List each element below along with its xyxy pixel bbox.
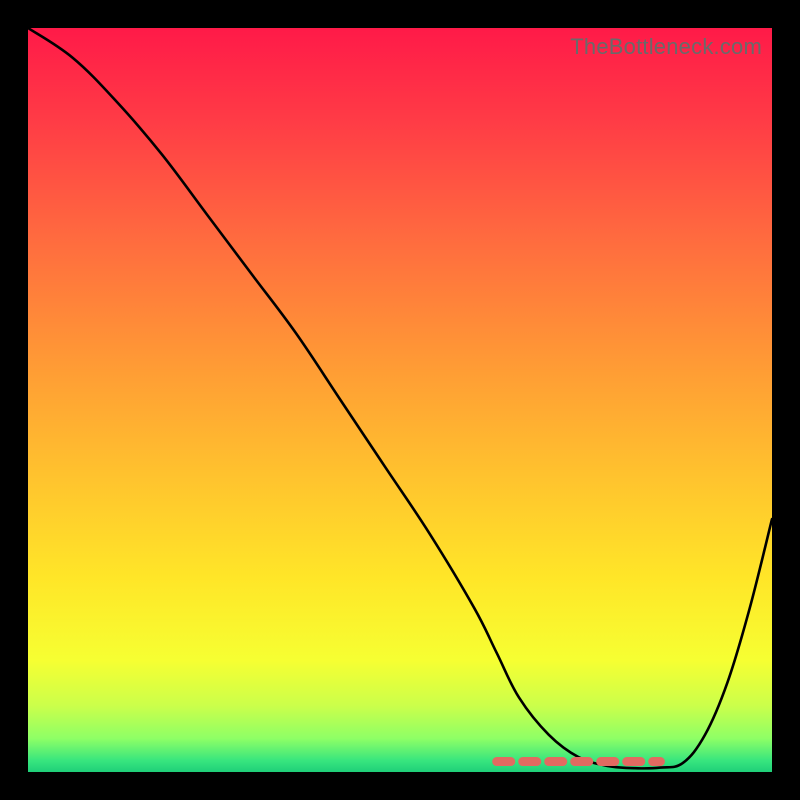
bottleneck-curve	[28, 28, 772, 768]
curve-layer	[28, 28, 772, 772]
plot-area: TheBottleneck.com	[28, 28, 772, 772]
outer-black-frame: TheBottleneck.com	[0, 0, 800, 800]
watermark-text: TheBottleneck.com	[570, 34, 762, 60]
